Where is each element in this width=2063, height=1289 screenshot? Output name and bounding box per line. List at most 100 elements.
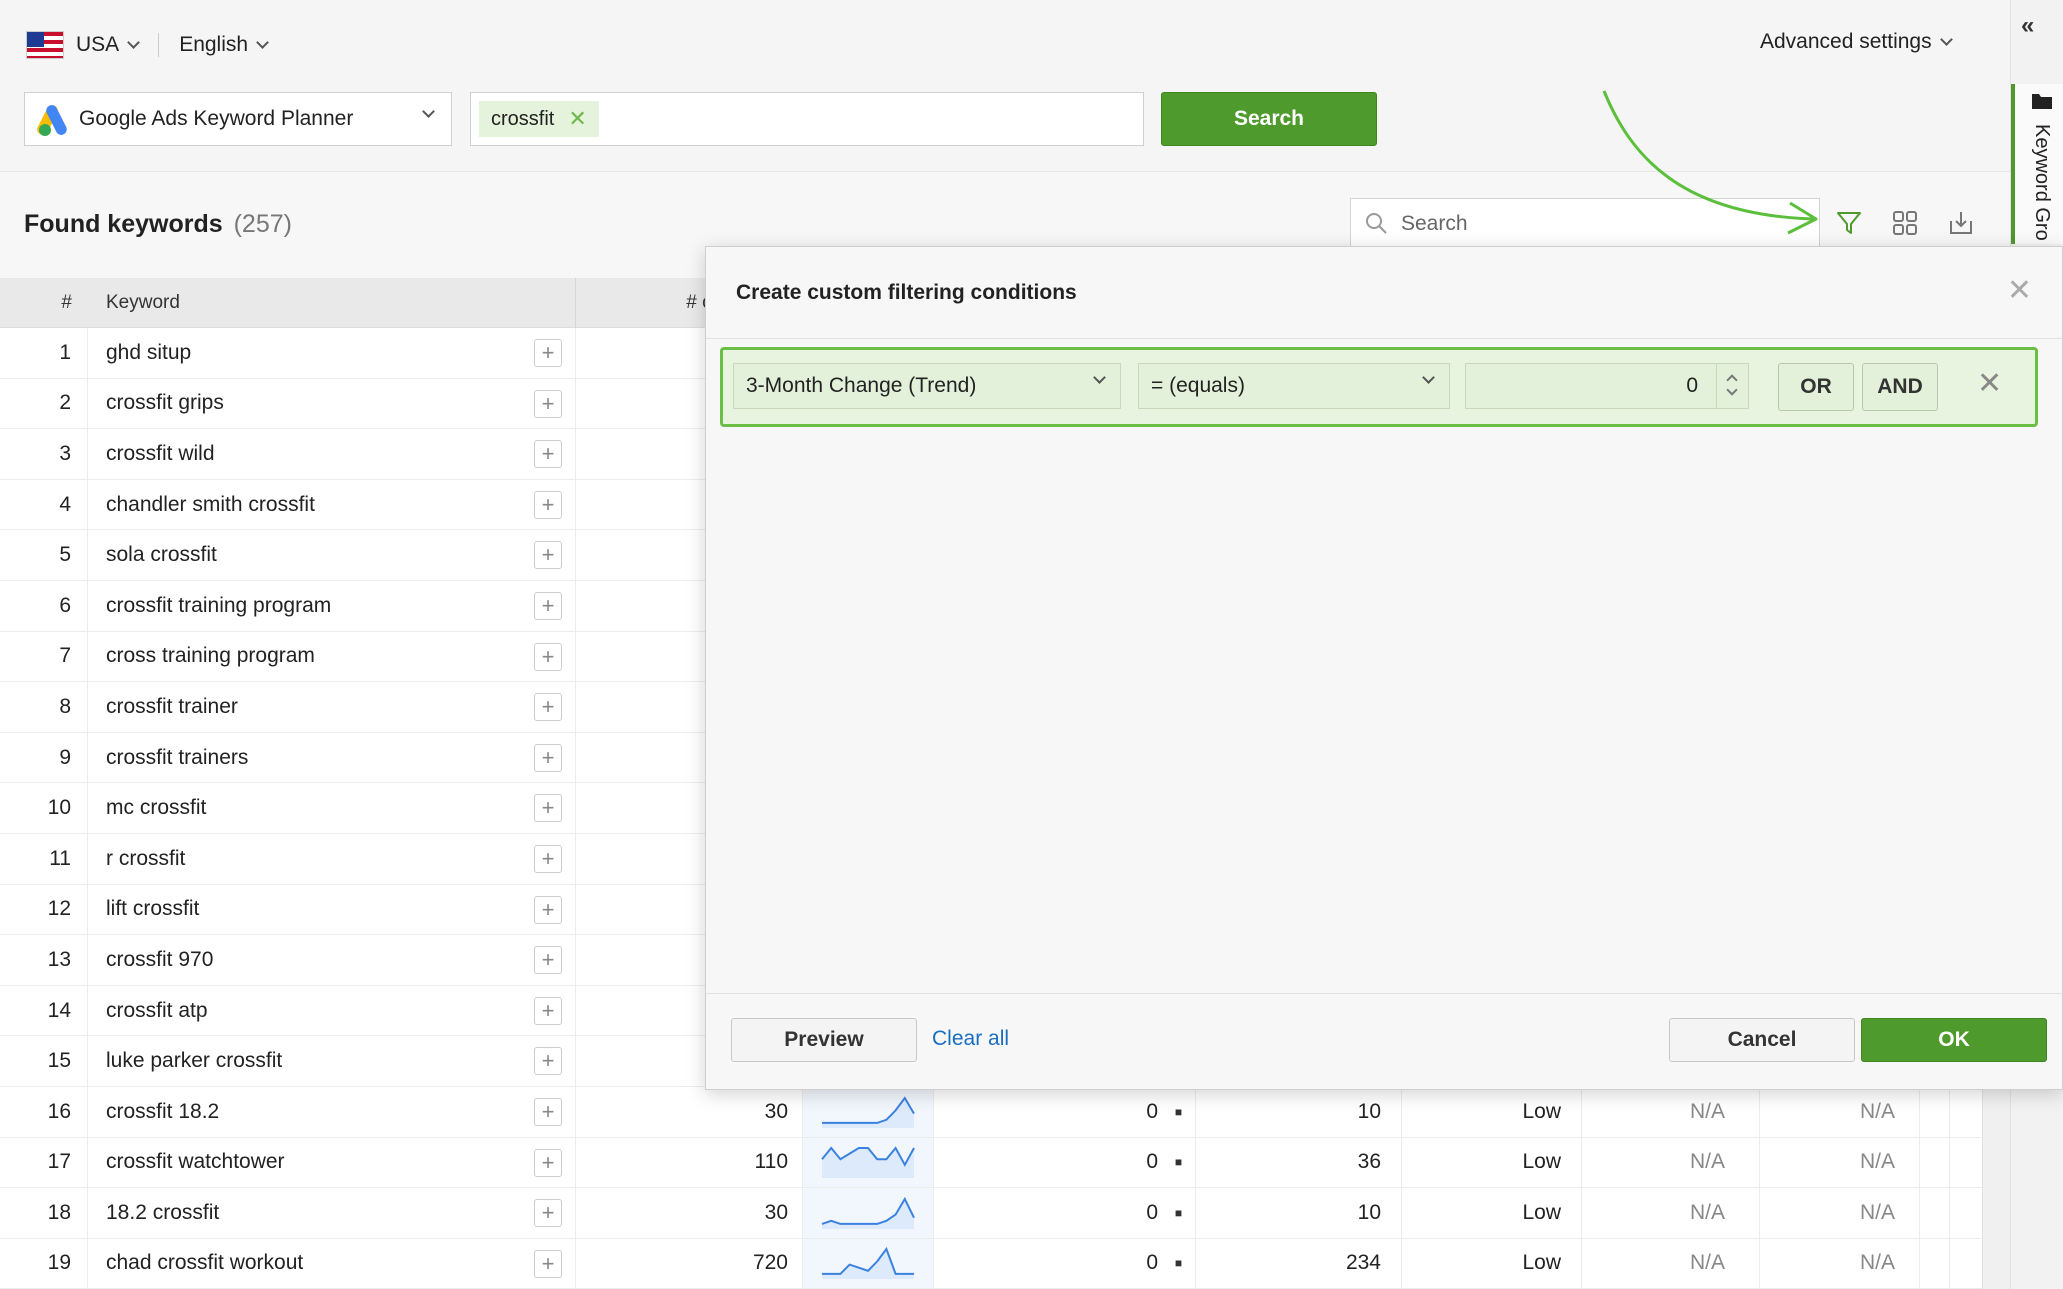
collapse-panel-icon[interactable]: « xyxy=(2021,12,2034,40)
row-number: 18 xyxy=(0,1188,88,1238)
table-row[interactable]: 19 chad crossfit workout +720 0 ■ 234 Low N/A N/… xyxy=(0,1238,1982,1289)
add-keyword-icon[interactable]: + xyxy=(534,996,562,1025)
country-select[interactable]: USA xyxy=(76,33,119,57)
chevron-down-icon xyxy=(1939,32,1953,46)
keyword-cell: cross training program + xyxy=(88,631,576,682)
or-button[interactable]: OR xyxy=(1778,363,1854,411)
condition-value: 0 xyxy=(1686,374,1698,397)
value-stepper[interactable] xyxy=(1716,364,1748,408)
add-keyword-icon[interactable]: + xyxy=(534,1199,562,1228)
competition-level-cell: Low xyxy=(1402,1188,1582,1238)
table-row[interactable]: 18 18.2 crossfit +30 0 ■ 10 Low N/A N/A xyxy=(0,1188,1982,1239)
trend-sparkline xyxy=(802,1238,934,1289)
bid-high-cell: N/A xyxy=(1760,1086,1920,1137)
add-keyword-icon[interactable]: + xyxy=(534,591,562,620)
bid-low-cell: N/A xyxy=(1582,1188,1760,1238)
add-keyword-icon[interactable]: + xyxy=(534,895,562,924)
advanced-settings-menu[interactable]: Advanced settings xyxy=(1760,30,1953,54)
col-header-num[interactable]: # xyxy=(0,292,88,314)
row-number: 5 xyxy=(0,530,88,580)
results-title: Found keywords (257) xyxy=(24,210,292,239)
row-end-cell xyxy=(1920,1137,1950,1188)
keyword-cell: crossfit training program + xyxy=(88,580,576,631)
keyword-text: crossfit watchtower xyxy=(106,1150,285,1174)
change-indicator-icon: ■ xyxy=(1162,1086,1196,1137)
keyword-text: crossfit 18.2 xyxy=(106,1099,220,1123)
row-number: 1 xyxy=(0,328,88,378)
row-number: 16 xyxy=(0,1086,88,1137)
change-cell: 0 xyxy=(1146,1251,1158,1275)
app-window: USA English Advanced settings Google Ads… xyxy=(0,0,2063,1289)
keyword-cell: chad crossfit workout + xyxy=(88,1238,576,1289)
row-end-cell xyxy=(1920,1188,1950,1238)
row-number: 4 xyxy=(0,479,88,530)
keyword-cell: crossfit trainers + xyxy=(88,732,576,783)
keyword-cell: crossfit 18.2 + xyxy=(88,1086,576,1137)
locale-bar: USA English xyxy=(26,28,269,62)
keyword-text: r crossfit xyxy=(106,846,186,870)
bid-high-cell: N/A xyxy=(1760,1137,1920,1188)
keyword-cell: sola crossfit + xyxy=(88,530,576,580)
add-keyword-icon[interactable]: + xyxy=(534,844,562,873)
add-keyword-icon[interactable]: + xyxy=(534,339,562,367)
cancel-button[interactable]: Cancel xyxy=(1669,1018,1855,1062)
condition-operator-select[interactable]: = (equals) xyxy=(1138,363,1450,409)
add-keyword-icon[interactable]: + xyxy=(534,541,562,570)
keyword-text: crossfit atp xyxy=(106,998,208,1022)
add-keyword-icon[interactable]: + xyxy=(534,1249,562,1278)
search-button[interactable]: Search xyxy=(1161,92,1377,146)
col-header-volume[interactable]: # of xyxy=(576,292,726,314)
add-keyword-icon[interactable]: + xyxy=(534,642,562,671)
bid-high-cell: N/A xyxy=(1760,1238,1920,1289)
add-keyword-icon[interactable]: + xyxy=(534,1097,562,1126)
clear-all-link[interactable]: Clear all xyxy=(932,1027,1009,1051)
source-select[interactable]: Google Ads Keyword Planner xyxy=(24,92,452,146)
chevron-down-icon[interactable] xyxy=(256,35,269,49)
add-keyword-icon[interactable]: + xyxy=(534,1047,562,1076)
sparkline-chart xyxy=(821,1146,915,1179)
keyword-text: luke parker crossfit xyxy=(106,1049,283,1073)
keyword-cell: crossfit atp + xyxy=(88,985,576,1036)
volume-cell: 30 xyxy=(764,1099,788,1123)
export-icon[interactable] xyxy=(1944,206,1978,240)
and-button[interactable]: AND xyxy=(1862,363,1938,411)
remove-tag-icon[interactable]: ✕ xyxy=(568,106,586,132)
add-keyword-icon[interactable]: + xyxy=(534,946,562,975)
add-keyword-icon[interactable]: + xyxy=(534,440,562,469)
keyword-groups-tab[interactable]: Keyword Gro xyxy=(2011,84,2063,244)
columns-grid-icon[interactable] xyxy=(1888,206,1922,240)
table-row[interactable]: 16 crossfit 18.2 +30 0 ■ 10 Low N/A N/A xyxy=(0,1086,1982,1138)
sparkline-chart xyxy=(822,1247,914,1280)
stepper-down-icon[interactable] xyxy=(1726,384,1738,396)
ok-button[interactable]: OK xyxy=(1861,1018,2047,1062)
keyword-text: lift crossfit xyxy=(106,897,200,921)
chevron-down-icon[interactable] xyxy=(127,35,141,49)
keyword-text: crossfit grips xyxy=(106,391,224,415)
col-header-keyword[interactable]: Keyword xyxy=(88,277,576,328)
keyword-text: crossfit wild xyxy=(106,441,215,465)
keyword-text: chandler smith crossfit xyxy=(106,492,315,516)
close-icon[interactable]: ✕ xyxy=(2007,273,2032,308)
add-keyword-icon[interactable]: + xyxy=(534,490,562,519)
chevron-down-icon xyxy=(1422,371,1435,384)
condition-value-input[interactable]: 0 xyxy=(1465,363,1749,409)
change-indicator-icon: ■ xyxy=(1162,1188,1196,1238)
chevron-down-icon xyxy=(1093,371,1106,384)
trend-sparkline xyxy=(802,1137,934,1188)
add-keyword-icon[interactable]: + xyxy=(534,743,562,772)
language-select[interactable]: English xyxy=(179,33,248,57)
preview-button[interactable]: Preview xyxy=(731,1018,917,1062)
filter-icon[interactable] xyxy=(1832,206,1866,240)
results-title-label: Found keywords xyxy=(24,210,223,238)
keyword-groups-tab-label: Keyword Gro xyxy=(2031,124,2053,241)
add-keyword-icon[interactable]: + xyxy=(534,389,562,418)
add-keyword-icon[interactable]: + xyxy=(534,693,562,722)
keyword-cell: chandler smith crossfit + xyxy=(88,479,576,530)
table-row[interactable]: 17 crossfit watchtower +110 0 ■ 36 Low N/A N/A xyxy=(0,1137,1982,1189)
condition-field-select[interactable]: 3-Month Change (Trend) xyxy=(733,363,1121,409)
keyword-input[interactable]: crossfit ✕ xyxy=(470,92,1144,146)
advanced-settings-label: Advanced settings xyxy=(1760,30,1932,53)
add-keyword-icon[interactable]: + xyxy=(534,1148,562,1177)
add-keyword-icon[interactable]: + xyxy=(534,794,562,823)
remove-condition-icon[interactable]: ✕ xyxy=(1977,366,2002,401)
